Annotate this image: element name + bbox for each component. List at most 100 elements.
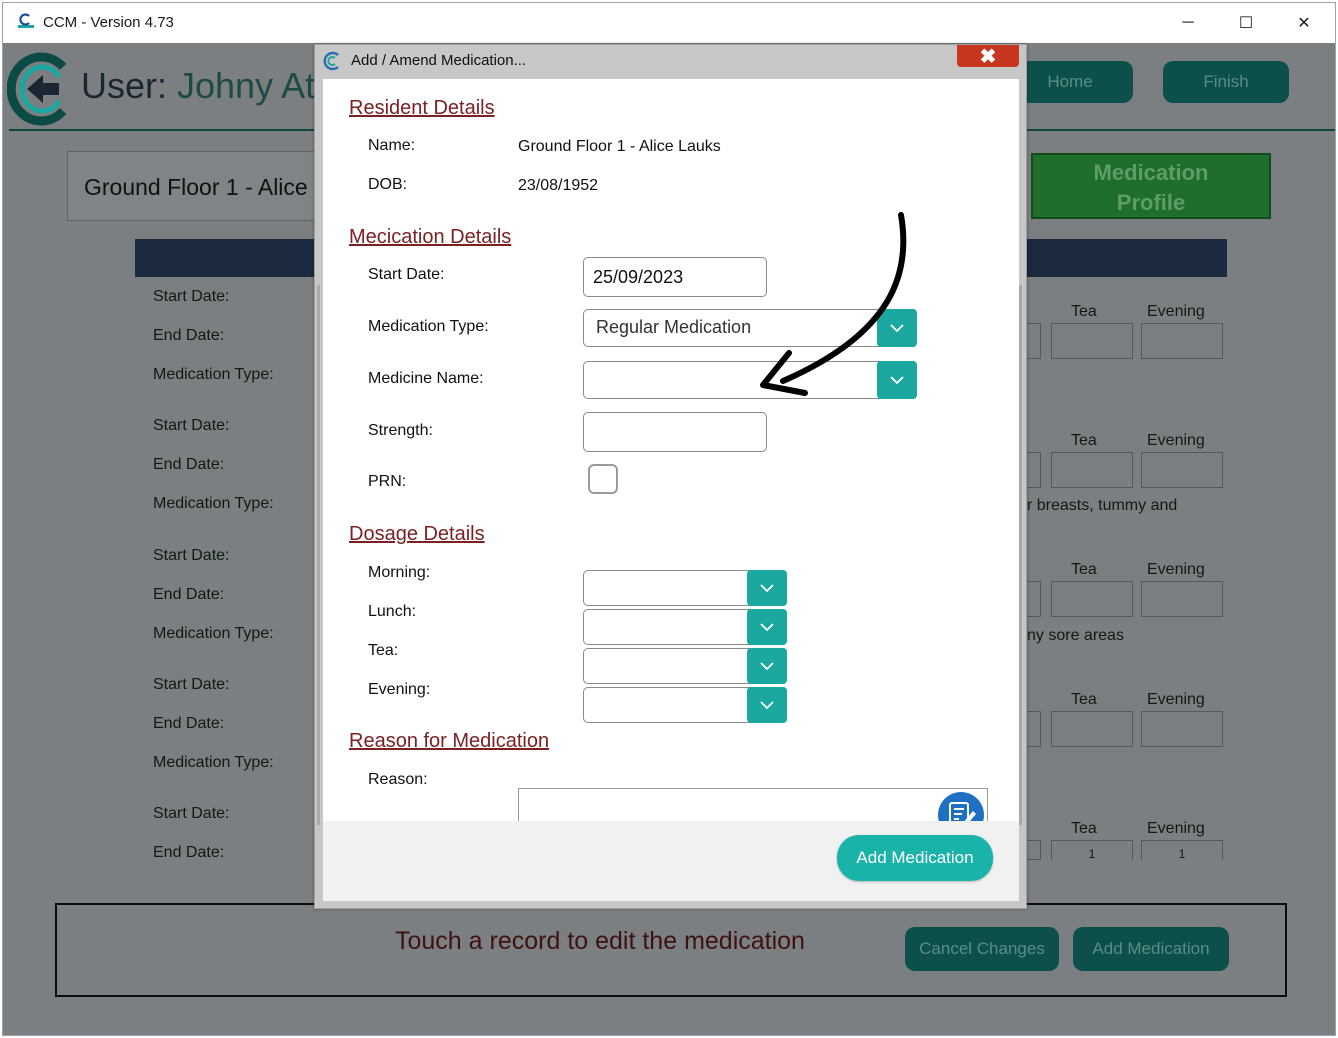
name-value: Ground Floor 1 - Alice Lauks bbox=[518, 138, 721, 155]
chevron-down-icon[interactable] bbox=[747, 687, 787, 723]
evening-label: Evening: bbox=[368, 681, 431, 698]
dose-cell[interactable] bbox=[1027, 840, 1041, 860]
record-end-label: End Date: bbox=[153, 715, 225, 732]
chevron-down-icon[interactable] bbox=[747, 570, 787, 606]
dose-cell-evening[interactable]: 1 bbox=[1141, 840, 1223, 861]
medication-profile-button[interactable]: Medication Profile bbox=[1031, 153, 1271, 219]
start-date-label: Start Date: bbox=[368, 266, 445, 283]
tea-label: Tea: bbox=[368, 642, 399, 659]
col-head-tea: Tea bbox=[1071, 303, 1097, 320]
record-end-label: End Date: bbox=[153, 327, 225, 344]
dialog-form: Resident Details Name: Ground Floor 1 - … bbox=[323, 79, 1019, 821]
record-type-label: Medication Type: bbox=[153, 366, 274, 383]
col-head-evening: Evening bbox=[1147, 691, 1205, 708]
medication-details-heading: Mecication Details bbox=[349, 226, 512, 248]
tea-dose-select[interactable] bbox=[583, 648, 787, 684]
back-logo-icon[interactable] bbox=[7, 51, 75, 127]
dialog-scroll-edge bbox=[317, 285, 320, 825]
morning-label: Morning: bbox=[368, 564, 431, 581]
name-label: Name: bbox=[368, 137, 416, 154]
record-type-label: Medication Type: bbox=[153, 495, 274, 512]
dose-cell[interactable] bbox=[1027, 581, 1041, 617]
dialog-title: Add / Amend Medication... bbox=[351, 52, 527, 69]
evening-dose-select[interactable] bbox=[583, 687, 787, 723]
resident-details-heading: Resident Details bbox=[349, 97, 495, 119]
app-window: CCM - Version 4.73 ─ ☐ ✕ User: Johny At … bbox=[2, 2, 1336, 1036]
instruction-text: Touch a record to edit the medication bbox=[395, 927, 805, 955]
app-logo-icon bbox=[18, 13, 34, 28]
dose-cell-tea[interactable] bbox=[1051, 711, 1133, 747]
chevron-down-icon[interactable] bbox=[747, 609, 787, 645]
notes-edit-icon[interactable] bbox=[937, 791, 985, 821]
dialog-titlebar: Add / Amend Medication... ✖ bbox=[315, 45, 1026, 77]
medicine-name-label: Medicine Name: bbox=[368, 370, 484, 387]
dose-cell-tea[interactable]: 1 bbox=[1051, 840, 1133, 861]
record-start-label: Start Date: bbox=[153, 417, 230, 434]
lunch-dose-select[interactable] bbox=[583, 609, 787, 645]
record-start-label: Start Date: bbox=[153, 805, 230, 822]
user-name: Johny At bbox=[177, 65, 316, 106]
record-start-label: Start Date: bbox=[153, 676, 230, 693]
dose-cell-tea[interactable] bbox=[1051, 452, 1133, 488]
record-type-label: Medication Type: bbox=[153, 754, 274, 771]
reason-heading: Reason for Medication bbox=[349, 730, 550, 752]
medication-type-label: Medication Type: bbox=[368, 318, 489, 335]
cancel-changes-button[interactable]: Cancel Changes bbox=[905, 927, 1059, 971]
dialog-close-button[interactable]: ✖ bbox=[957, 45, 1019, 68]
close-window-button[interactable]: ✕ bbox=[1275, 3, 1333, 43]
dob-value: 23/08/1952 bbox=[518, 177, 599, 194]
record-end-label: End Date: bbox=[153, 844, 225, 861]
window-titlebar: CCM - Version 4.73 ─ ☐ ✕ bbox=[3, 3, 1335, 43]
user-label: User: Johny At bbox=[81, 65, 316, 106]
col-head-tea: Tea bbox=[1071, 561, 1097, 578]
resident-title-box: Ground Floor 1 - Alice bbox=[67, 151, 327, 221]
dialog-footer: Add Medication bbox=[323, 821, 1019, 901]
record-end-label: End Date: bbox=[153, 456, 225, 473]
morning-dose-select[interactable] bbox=[583, 570, 787, 606]
chevron-down-icon[interactable] bbox=[747, 648, 787, 684]
record-end-label: End Date: bbox=[153, 586, 225, 603]
lunch-label: Lunch: bbox=[368, 603, 417, 620]
dose-cell-evening[interactable] bbox=[1141, 581, 1223, 617]
reason-label: Reason: bbox=[368, 771, 428, 788]
prn-label: PRN: bbox=[368, 473, 407, 490]
record-start-label: Start Date: bbox=[153, 288, 230, 305]
col-head-evening: Evening bbox=[1147, 561, 1205, 578]
start-date-input[interactable]: 25/09/2023 bbox=[583, 257, 767, 297]
add-medication-main-button[interactable]: Add Medication bbox=[1073, 927, 1229, 971]
add-amend-medication-dialog: Add / Amend Medication... ✖ Resident Det… bbox=[314, 44, 1027, 909]
col-head-evening: Evening bbox=[1147, 820, 1205, 837]
col-head-tea: Tea bbox=[1071, 691, 1097, 708]
dose-cell-evening[interactable] bbox=[1141, 323, 1223, 359]
medication-type-value: Regular Medication bbox=[596, 317, 752, 337]
dose-cell-tea[interactable] bbox=[1051, 581, 1133, 617]
maximize-button[interactable]: ☐ bbox=[1217, 3, 1275, 43]
add-medication-button[interactable]: Add Medication bbox=[837, 835, 993, 881]
col-head-tea: Tea bbox=[1071, 432, 1097, 449]
record-type-label: Medication Type: bbox=[153, 625, 274, 642]
prn-checkbox[interactable] bbox=[588, 464, 618, 494]
record-note: ny sore areas bbox=[1027, 627, 1124, 644]
dosage-details-heading: Dosage Details bbox=[349, 523, 485, 545]
reason-textarea[interactable] bbox=[518, 788, 988, 821]
curved-arrow-annotation bbox=[760, 212, 907, 396]
dob-label: DOB: bbox=[368, 176, 408, 193]
col-head-evening: Evening bbox=[1147, 432, 1205, 449]
col-head-evening: Evening bbox=[1147, 303, 1205, 320]
dialog-scrollbar[interactable] bbox=[1019, 285, 1022, 825]
col-head-tea: Tea bbox=[1071, 820, 1097, 837]
strength-input[interactable] bbox=[583, 412, 767, 452]
strength-label: Strength: bbox=[368, 422, 433, 439]
dose-cell[interactable] bbox=[1027, 323, 1041, 359]
dose-cell[interactable] bbox=[1027, 711, 1041, 747]
record-start-label: Start Date: bbox=[153, 547, 230, 564]
dose-cell-evening[interactable] bbox=[1141, 452, 1223, 488]
dose-cell-tea[interactable] bbox=[1051, 323, 1133, 359]
minimize-button[interactable]: ─ bbox=[1159, 3, 1217, 43]
dose-cell[interactable] bbox=[1027, 452, 1041, 488]
finish-button[interactable]: Finish bbox=[1163, 61, 1289, 103]
record-note: r breasts, tummy and bbox=[1027, 497, 1178, 514]
dose-cell-evening[interactable] bbox=[1141, 711, 1223, 747]
resident-title: Ground Floor 1 - Alice bbox=[84, 174, 308, 200]
bottom-action-panel: Touch a record to edit the medication Ca… bbox=[55, 903, 1287, 997]
